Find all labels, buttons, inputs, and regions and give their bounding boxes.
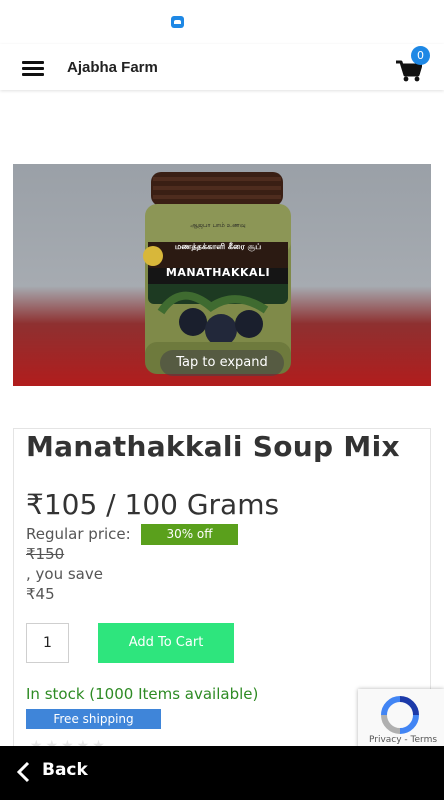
recaptcha-icon xyxy=(381,696,419,734)
price-unit: / 100 Grams xyxy=(106,488,280,521)
app-bar: Ajabha Farm xyxy=(0,44,444,90)
status-bar xyxy=(0,0,444,44)
jar-tamil-label: மணத்தக்காளி கீரை சூப் xyxy=(174,242,262,251)
back-button[interactable]: Back xyxy=(0,746,444,800)
tap-to-expand-button[interactable]: Tap to expand xyxy=(160,350,284,376)
add-to-cart-button[interactable]: Add To Cart xyxy=(98,623,234,663)
app-title: Ajabha Farm xyxy=(67,59,158,76)
cart-count-badge: 0 xyxy=(411,46,430,65)
regular-price-label: Regular price: xyxy=(26,525,131,543)
recaptcha-links[interactable]: Privacy - Terms xyxy=(362,735,444,745)
save-amount: ₹45 xyxy=(26,585,55,603)
back-label: Back xyxy=(42,760,88,780)
recaptcha-badge[interactable]: Privacy - Terms xyxy=(358,689,444,749)
jar-product-label: MANATHAKKALI xyxy=(165,266,271,279)
free-shipping-badge: Free shipping xyxy=(26,709,161,729)
stock-status: In stock (1000 Items available) xyxy=(26,685,259,703)
discount-badge: 30% off xyxy=(141,524,238,545)
jar-brand-label: ஆஜபா பாம் உணவு xyxy=(190,222,246,229)
current-price: ₹105 xyxy=(26,488,98,521)
quantity-input[interactable] xyxy=(26,623,69,663)
old-price: ₹150 xyxy=(26,545,65,563)
android-debug-icon xyxy=(171,16,184,28)
menu-icon[interactable] xyxy=(22,61,44,77)
price-line: ₹105 / 100 Grams xyxy=(26,488,279,521)
you-save-label: , you save xyxy=(26,565,103,583)
product-title: Manathakkali Soup Mix xyxy=(26,430,400,463)
arrow-left-icon xyxy=(16,761,30,783)
